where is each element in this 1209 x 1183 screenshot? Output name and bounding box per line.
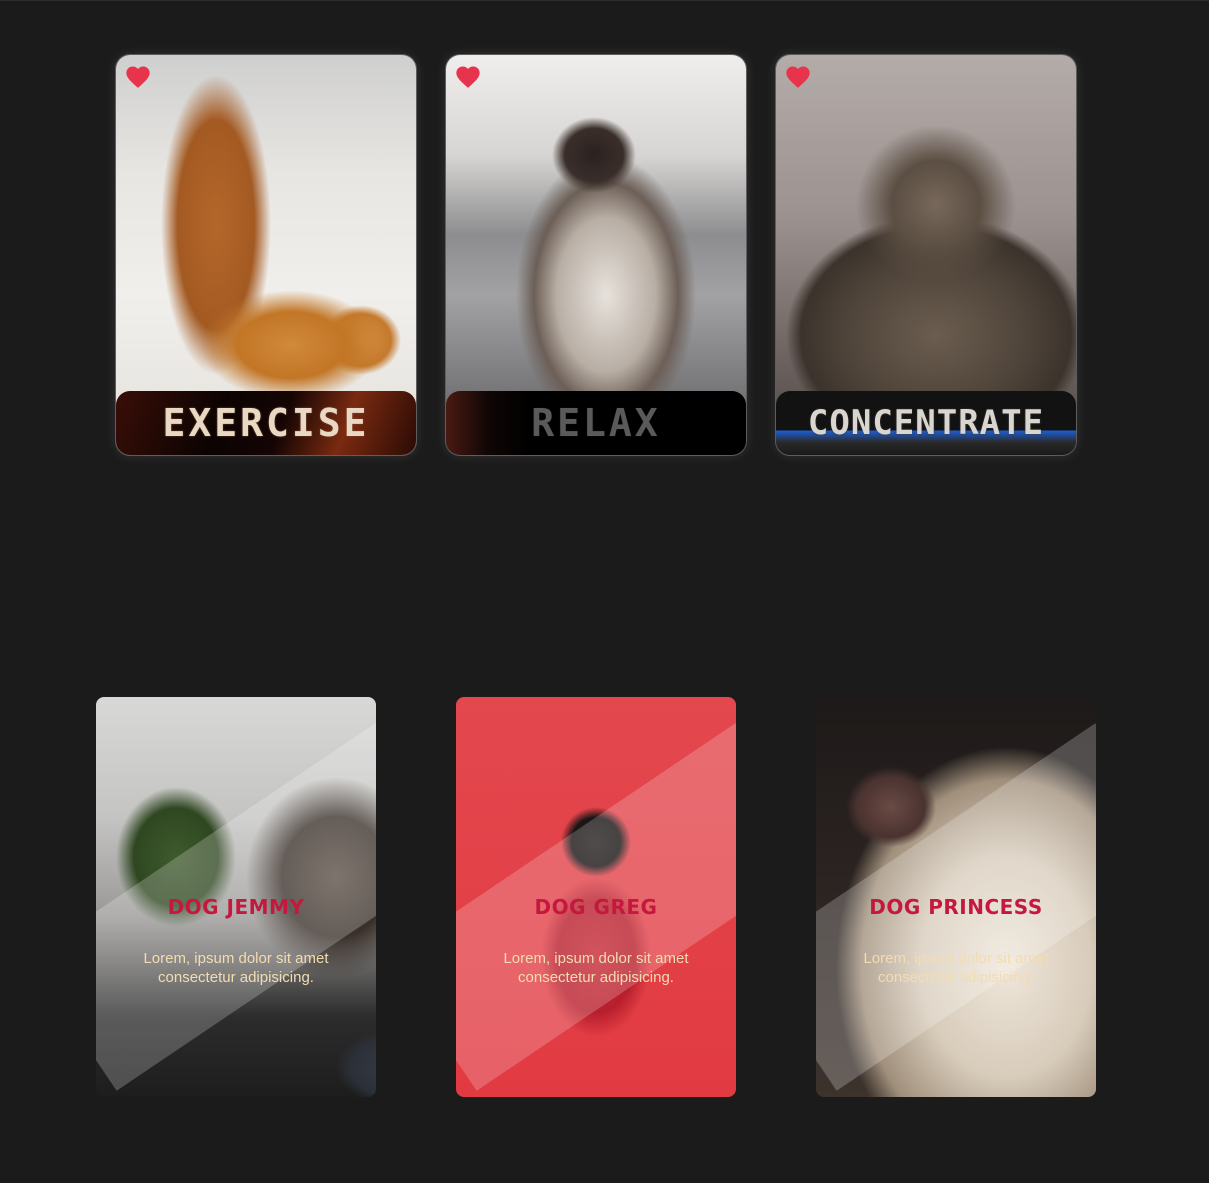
dog-card-jemmy[interactable]: DOG JEMMY Lorem, ipsum dolor sit amet co… <box>96 697 376 1097</box>
cat-card-exercise[interactable]: EXERCISE <box>116 55 416 455</box>
card-title: EXERCISE <box>162 401 370 445</box>
cat-card-concentrate[interactable]: CONCENTRATE <box>776 55 1076 455</box>
heart-icon[interactable] <box>784 63 812 91</box>
dog-title: DOG JEMMY <box>167 895 305 919</box>
dog-card-greg[interactable]: DOG GREG Lorem, ipsum dolor sit amet con… <box>456 697 736 1097</box>
heart-icon[interactable] <box>124 63 152 91</box>
dog-title: DOG PRINCESS <box>869 895 1043 919</box>
card-title: RELAX <box>531 401 661 445</box>
dog-description: Lorem, ipsum dolor sit amet consectetur … <box>863 950 1049 986</box>
cat-card-relax[interactable]: RELAX <box>446 55 746 455</box>
card-banner: EXERCISE <box>116 391 416 455</box>
dog-description: Lorem, ipsum dolor sit amet consectetur … <box>143 950 329 986</box>
dog-title: DOG GREG <box>534 895 658 919</box>
card-banner: RELAX <box>446 391 746 455</box>
card-title: CONCENTRATE <box>807 403 1045 443</box>
card-banner: CONCENTRATE <box>776 391 1076 455</box>
dog-card-princess[interactable]: DOG PRINCESS Lorem, ipsum dolor sit amet… <box>816 697 1096 1097</box>
page: EXERCISE RELAX CONCENTRATE DOG JEMMY Lor… <box>0 0 1209 1183</box>
heart-icon[interactable] <box>454 63 482 91</box>
dog-description: Lorem, ipsum dolor sit amet consectetur … <box>503 950 689 986</box>
